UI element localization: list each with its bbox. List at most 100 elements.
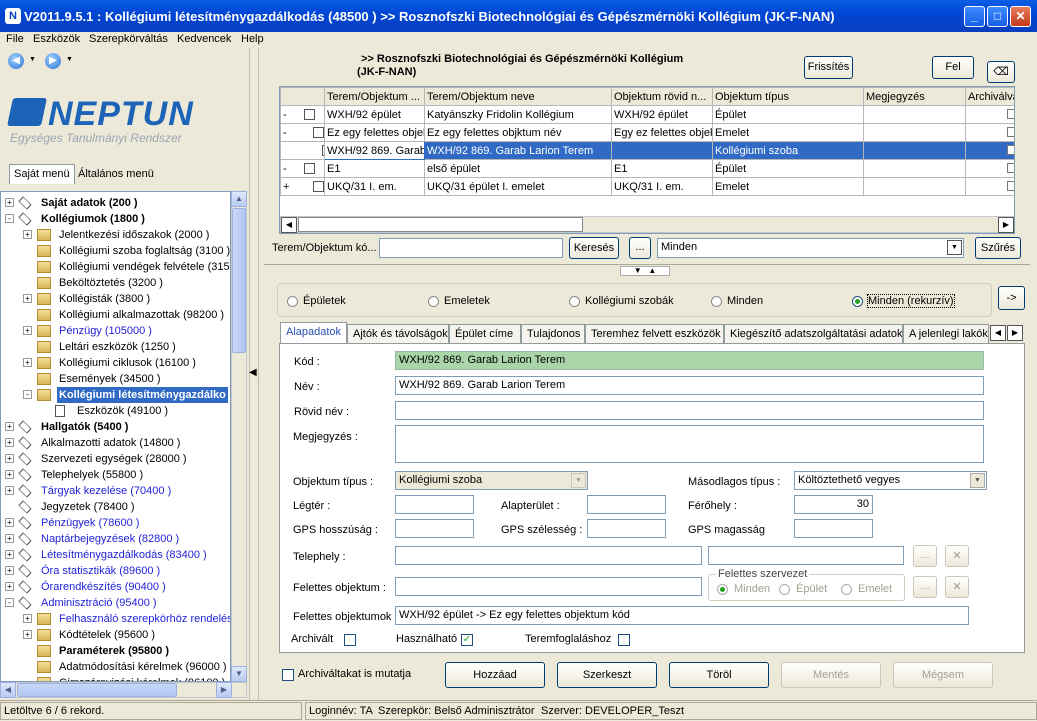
grid-row-tree-cell[interactable]: - bbox=[280, 159, 325, 178]
tree-item[interactable]: Óra statisztikák (89600 ) bbox=[39, 563, 162, 579]
grid-archived-checkbox[interactable] bbox=[1007, 163, 1014, 173]
ferohely-field[interactable]: 30 bbox=[794, 495, 873, 514]
tab-1[interactable]: Ajtók és távolságok bbox=[347, 324, 449, 343]
archivalt-checkbox[interactable] bbox=[344, 634, 356, 646]
save-button[interactable]: Mentés bbox=[781, 662, 881, 688]
collapse-panel-icon[interactable]: ◀ bbox=[249, 367, 257, 378]
kod-field[interactable]: WXH/92 869. Garab Larion Terem bbox=[395, 351, 984, 370]
grid-row-checkbox[interactable] bbox=[313, 127, 324, 138]
szervezet-radio-epulet[interactable] bbox=[779, 584, 790, 595]
tab-6[interactable]: A jelenlegi lakók bbox=[903, 324, 989, 343]
radio-go-button[interactable]: -> bbox=[998, 286, 1025, 310]
tree-item[interactable]: Hallgatók (5400 ) bbox=[39, 419, 130, 435]
tree-item[interactable]: Naptárbejegyzések (82800 ) bbox=[39, 531, 181, 547]
filter-select[interactable]: Minden bbox=[657, 238, 964, 258]
tree-item[interactable]: Saját adatok (200 ) bbox=[39, 195, 140, 211]
tree-item[interactable]: Telephelyek (55800 ) bbox=[39, 467, 145, 483]
grid-cell[interactable]: Emelet bbox=[712, 123, 864, 142]
menu-szerepkorvaltas[interactable]: Szerepkörváltás bbox=[89, 33, 168, 45]
telephely-field[interactable] bbox=[395, 546, 702, 565]
grid-cell[interactable]: Ez egy felettes objek bbox=[324, 123, 425, 142]
grid-cell[interactable]: Kollégiumi szoba bbox=[712, 141, 864, 160]
show-archived-checkbox[interactable] bbox=[282, 669, 294, 681]
tree-hscrollbar[interactable]: ◀ ▶ bbox=[0, 682, 247, 698]
gps-magassag-field[interactable] bbox=[794, 519, 873, 538]
nev-field[interactable]: WXH/92 869. Garab Larion Terem bbox=[395, 376, 984, 395]
felettes-objektum-field[interactable] bbox=[395, 577, 702, 596]
objektum-tipus-select[interactable]: Kollégiumi szoba bbox=[395, 471, 588, 490]
tree-item[interactable]: Felhasználó szerepkörhöz rendelése bbox=[57, 611, 230, 627]
grid-archived-cell[interactable] bbox=[965, 159, 1014, 178]
tree-item[interactable]: Kódtételek (95600 ) bbox=[57, 627, 157, 643]
grid-archived-checkbox[interactable] bbox=[1007, 109, 1014, 119]
grid-row[interactable]: - WXH/92 épület Katyánszky Fridolin Kollég… bbox=[280, 105, 1014, 124]
add-button[interactable]: Hozzáad bbox=[445, 662, 545, 688]
grid-column-header[interactable]: Objektum típus bbox=[712, 87, 864, 106]
tree-expander-icon[interactable]: + bbox=[23, 358, 32, 367]
grid-expander-icon[interactable]: - bbox=[283, 109, 322, 121]
teremfoglalashoz-checkbox[interactable] bbox=[618, 634, 630, 646]
panel-resize-icon[interactable]: ▼ ▲ bbox=[620, 266, 670, 276]
grid-cell[interactable]: Egy ez felettes objek bbox=[611, 123, 713, 142]
grid-row-checkbox[interactable] bbox=[304, 109, 315, 120]
grid-row-checkbox[interactable] bbox=[313, 181, 324, 192]
grid-archived-cell[interactable] bbox=[965, 123, 1014, 142]
tab-4[interactable]: Teremhez felvett eszközök bbox=[585, 324, 724, 343]
scroll-left-icon[interactable]: ◀ bbox=[0, 682, 16, 698]
hasznalhato-checkbox[interactable]: ✓ bbox=[461, 634, 473, 646]
radio-option-0[interactable] bbox=[287, 296, 298, 307]
gps-szelesseg-field[interactable] bbox=[587, 519, 666, 538]
tree-item[interactable]: Kollégisták (3800 ) bbox=[57, 291, 152, 307]
eraser-icon[interactable]: ⌫ bbox=[987, 61, 1015, 83]
scroll-up-icon[interactable]: ▲ bbox=[231, 191, 247, 207]
felettes-clear-button[interactable]: ✕ bbox=[945, 576, 969, 598]
tree-item[interactable]: Pénzügy (105000 ) bbox=[57, 323, 154, 339]
tree-vscroll-thumb[interactable] bbox=[232, 208, 246, 353]
telephely-name-field[interactable] bbox=[708, 546, 904, 565]
delete-button[interactable]: Töröl bbox=[669, 662, 769, 688]
grid-row-tree-cell[interactable] bbox=[280, 141, 325, 160]
tree-expander-icon[interactable]: - bbox=[5, 214, 14, 223]
grid-cell[interactable] bbox=[863, 123, 966, 142]
tree-item[interactable]: Jelentkezési időszakok (2000 ) bbox=[57, 227, 211, 243]
grid-scroll-right-icon[interactable]: ▶ bbox=[998, 217, 1014, 233]
grid-archived-cell[interactable] bbox=[965, 177, 1014, 196]
tree-expander-icon[interactable]: + bbox=[5, 470, 14, 479]
tree-item[interactable]: Kollégiumi vendégek felvétele (3150 bbox=[57, 259, 230, 275]
grid-column-header[interactable]: Terem/Objektum neve bbox=[424, 87, 612, 106]
menu-eszkozok[interactable]: Eszközök bbox=[33, 33, 80, 45]
tree-expander-icon[interactable]: + bbox=[23, 630, 32, 639]
grid-column-header[interactable]: Archiválva bbox=[965, 87, 1014, 106]
grid-column-header[interactable]: Terem/Objektum ... bbox=[324, 87, 425, 106]
grid-hscroll-thumb[interactable] bbox=[298, 217, 583, 232]
tree-expander-icon[interactable]: + bbox=[5, 550, 14, 559]
tree-item[interactable]: Kollégiumi létesítménygazdálko bbox=[57, 387, 228, 403]
forward-dropdown-icon[interactable]: ▼ bbox=[66, 56, 73, 63]
tree-expander-icon[interactable]: + bbox=[5, 518, 14, 527]
tree-item[interactable]: Órarendkészítés (90400 ) bbox=[39, 579, 168, 595]
up-button[interactable]: Fel bbox=[932, 56, 974, 79]
grid-cell[interactable] bbox=[611, 141, 713, 160]
felettes-objektumok-field[interactable]: WXH/92 épület -> Ez egy felettes objektu… bbox=[395, 606, 969, 625]
grid-cell[interactable] bbox=[863, 141, 966, 160]
szervezet-radio-emelet[interactable] bbox=[841, 584, 852, 595]
grid-expander-icon[interactable]: - bbox=[283, 163, 322, 175]
tree-expander-icon[interactable]: + bbox=[5, 486, 14, 495]
tree-hscroll-thumb[interactable] bbox=[17, 683, 177, 697]
tree-item[interactable]: Jegyzetek (78400 ) bbox=[39, 499, 137, 515]
tree-expander-icon[interactable]: + bbox=[5, 454, 14, 463]
tree-item[interactable]: Kollégiumok (1800 ) bbox=[39, 211, 147, 227]
tree-expander-icon[interactable]: + bbox=[5, 198, 14, 207]
grid-cell[interactable] bbox=[863, 177, 966, 196]
radio-option-1[interactable] bbox=[428, 296, 439, 307]
grid-archived-checkbox[interactable] bbox=[1007, 181, 1014, 191]
scroll-right-icon[interactable]: ▶ bbox=[216, 682, 232, 698]
grid-row[interactable]: + UKQ/31 I. em. UKQ/31 épület I. emelet UKQ… bbox=[280, 177, 1014, 196]
tree-vscrollbar[interactable]: ▲ ▼ bbox=[231, 191, 247, 682]
tree-item[interactable]: Pénzügyek (78600 ) bbox=[39, 515, 141, 531]
minimize-button[interactable]: _ bbox=[964, 6, 985, 27]
grid-cell[interactable]: WXH/92 épület bbox=[611, 105, 713, 124]
tree-expander-icon[interactable]: + bbox=[5, 534, 14, 543]
tree-expander-icon[interactable]: + bbox=[5, 438, 14, 447]
tree-item[interactable]: Kollégiumi ciklusok (16100 ) bbox=[57, 355, 198, 371]
